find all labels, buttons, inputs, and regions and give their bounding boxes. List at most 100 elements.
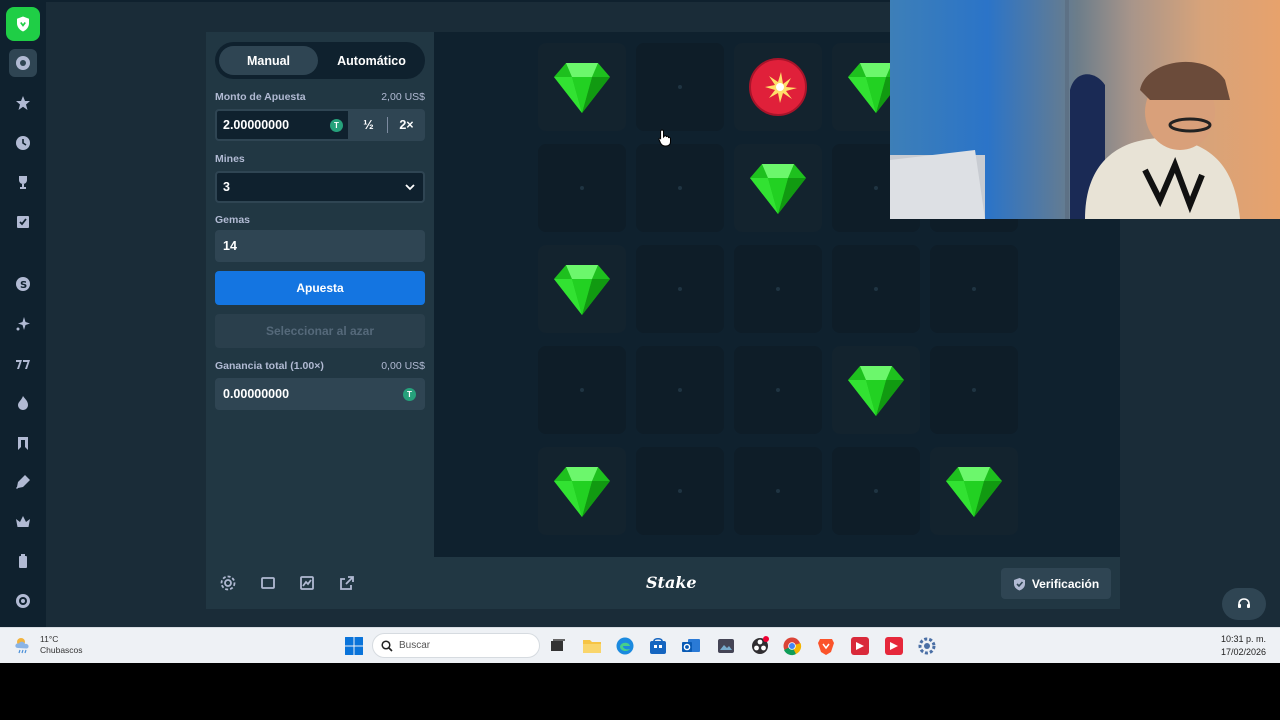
streamer-webcam-overlay xyxy=(890,0,1280,219)
tile-dot xyxy=(678,388,682,392)
mine-tile-r1-c2[interactable] xyxy=(636,43,724,131)
mine-tile-r5-c2[interactable] xyxy=(636,447,724,535)
gems-value: 14 xyxy=(223,239,237,253)
tile-dot xyxy=(580,186,584,190)
chrome-icon[interactable] xyxy=(782,636,802,656)
mine-tile-r1-c1[interactable] xyxy=(538,43,626,131)
mine-tile-r2-c3[interactable] xyxy=(734,144,822,232)
mine-tile-r3-c4[interactable] xyxy=(832,245,920,333)
mine-tile-r2-c2[interactable] xyxy=(636,144,724,232)
tile-dot xyxy=(678,489,682,493)
total-profit-field: 0.00000000 T xyxy=(215,378,425,410)
outlook-icon[interactable] xyxy=(681,636,701,656)
stake-originals-icon[interactable]: S xyxy=(9,270,37,298)
mine-tile-r4-c4[interactable] xyxy=(832,346,920,434)
bet-controls-panel: Manual Automático Monto de Apuesta 2,00 … xyxy=(206,32,434,557)
tile-dot xyxy=(776,489,780,493)
battery-icon[interactable] xyxy=(9,547,37,575)
slots-icon[interactable] xyxy=(9,350,37,378)
clock-icon[interactable] xyxy=(9,129,37,157)
settings-icon[interactable] xyxy=(220,575,236,591)
bet-amount-input[interactable]: 2.00000000 T xyxy=(215,109,350,141)
bookmark-icon[interactable] xyxy=(9,429,37,457)
random-pick-button[interactable]: Seleccionar al azar xyxy=(215,314,425,348)
tile-dot xyxy=(874,287,878,291)
mine-tile-r5-c3[interactable] xyxy=(734,447,822,535)
stake-brand-logo: Stake xyxy=(646,573,697,592)
task-view-icon[interactable] xyxy=(547,636,567,656)
live-stats-icon[interactable] xyxy=(299,575,315,591)
weather-condition: Chubascos xyxy=(40,645,83,655)
brave-icon[interactable] xyxy=(816,636,836,656)
checklist-icon[interactable] xyxy=(9,208,37,236)
tile-dot xyxy=(678,85,682,89)
rain-cloud-icon xyxy=(15,638,29,654)
gem-icon xyxy=(946,467,1002,517)
taskbar-search[interactable]: Buscar xyxy=(372,633,540,658)
edge-icon[interactable] xyxy=(615,636,635,656)
chevron-down-icon xyxy=(405,184,415,191)
weather-widget[interactable]: 11°C Chubascos xyxy=(14,634,83,656)
store-icon[interactable] xyxy=(648,636,668,656)
gem-icon xyxy=(750,164,806,214)
mine-tile-r3-c2[interactable] xyxy=(636,245,724,333)
total-profit-label: Ganancia total (1.00×) xyxy=(215,360,324,372)
letterbox-bar xyxy=(0,663,1280,720)
trophy-icon[interactable] xyxy=(9,168,37,196)
bet-amount-value: 2.00000000 xyxy=(223,118,290,132)
bet-amount-usd: 2,00 US$ xyxy=(381,91,425,103)
verify-label: Verificación xyxy=(1031,576,1100,591)
gem-icon xyxy=(848,366,904,416)
mine-tile-r3-c5[interactable] xyxy=(930,245,1018,333)
mine-tile-r3-c3[interactable] xyxy=(734,245,822,333)
sparkle-icon[interactable] xyxy=(9,310,37,338)
mine-tile-r2-c1[interactable] xyxy=(538,144,626,232)
target-icon[interactable] xyxy=(9,587,37,615)
app-red-2-icon[interactable] xyxy=(884,636,904,656)
gem-icon xyxy=(554,63,610,113)
mine-tile-r4-c1[interactable] xyxy=(538,346,626,434)
double-bet-button[interactable]: 2× xyxy=(388,118,425,132)
live-support-button[interactable] xyxy=(1222,588,1266,620)
mine-tile-r4-c2[interactable] xyxy=(636,346,724,434)
tab-automatic[interactable]: Automático xyxy=(322,46,421,75)
pen-icon[interactable] xyxy=(9,468,37,496)
settings-gear-icon[interactable] xyxy=(917,636,937,656)
mine-tile-r5-c4[interactable] xyxy=(832,447,920,535)
casino-chip-icon[interactable] xyxy=(9,49,37,77)
mine-tile-r1-c3[interactable] xyxy=(734,43,822,131)
search-icon xyxy=(381,639,393,652)
fire-icon[interactable] xyxy=(9,389,37,417)
star-icon[interactable] xyxy=(9,89,37,117)
crown-icon[interactable] xyxy=(9,508,37,536)
mines-select[interactable]: 3 xyxy=(215,171,425,203)
windows-start-icon[interactable] xyxy=(344,636,364,656)
gems-field: 14 xyxy=(215,230,425,262)
stake-mines-screen: S Manual Automático Monto de Apuesta 2,0… xyxy=(0,0,1280,627)
mine-tile-r4-c3[interactable] xyxy=(734,346,822,434)
tile-dot xyxy=(678,186,682,190)
stake-logo-icon[interactable] xyxy=(6,7,40,41)
taskbar-clock[interactable]: 10:31 p. m. 17/02/2026 xyxy=(1221,633,1266,659)
mine-tile-r3-c1[interactable] xyxy=(538,245,626,333)
bet-amount-label: Monto de Apuesta xyxy=(215,91,306,103)
popout-icon[interactable] xyxy=(339,575,355,591)
tile-dot xyxy=(580,388,584,392)
file-explorer-icon[interactable] xyxy=(582,636,602,656)
camera-icon[interactable] xyxy=(716,636,736,656)
modifier-divider xyxy=(387,117,388,133)
tether-coin-icon: T xyxy=(330,119,343,132)
bet-button[interactable]: Apuesta xyxy=(215,271,425,305)
headset-icon xyxy=(1238,598,1250,608)
theater-mode-icon[interactable] xyxy=(260,575,276,591)
fairness-verify-button[interactable]: Verificación xyxy=(1001,568,1111,599)
mine-tile-r5-c1[interactable] xyxy=(538,447,626,535)
obs-icon[interactable] xyxy=(750,636,770,656)
tab-manual[interactable]: Manual xyxy=(219,46,318,75)
tile-dot xyxy=(776,287,780,291)
half-bet-button[interactable]: ½ xyxy=(350,118,387,132)
mine-tile-r4-c5[interactable] xyxy=(930,346,1018,434)
app-red-icon[interactable] xyxy=(850,636,870,656)
tile-dot xyxy=(874,489,878,493)
mine-tile-r5-c5[interactable] xyxy=(930,447,1018,535)
